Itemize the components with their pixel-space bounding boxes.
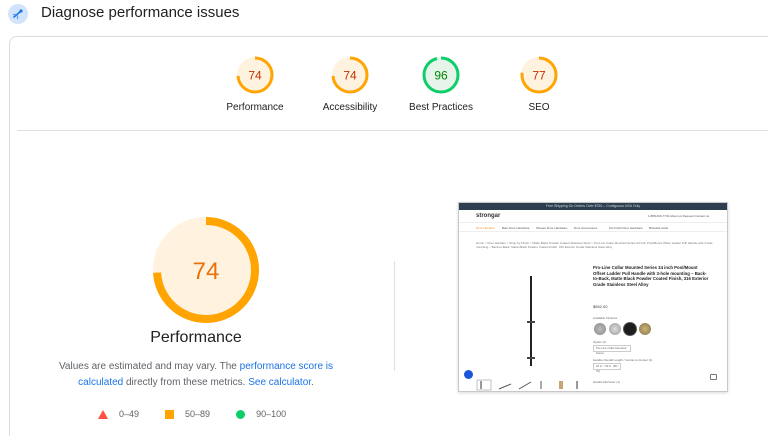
shot-logo: strongar: [476, 213, 501, 219]
shot-header-links: 1-888-406-7734 About us Request Contact …: [647, 214, 709, 218]
gauge-score-value: 77: [532, 69, 546, 83]
gauge-score-value: 74: [248, 69, 262, 83]
performance-heading: Performance: [150, 329, 242, 346]
circle-icon: [236, 409, 246, 419]
shot-price: $652.00: [593, 304, 608, 309]
gauge-ring: 74: [236, 56, 274, 94]
lighthouse-icon: [8, 4, 28, 24]
shot-product-title: Pro-Line Collar Mounted Series 34 inch P…: [593, 265, 709, 287]
square-icon: [165, 409, 175, 419]
finish-swatch: [639, 323, 651, 335]
shot-top-banner: Free Shipping On Orders Over $750 – Cont…: [459, 203, 727, 210]
legend-fail: 0–49: [98, 409, 139, 419]
performance-score-value: 74: [193, 258, 220, 285]
shot-menu-item: Door Accessories: [574, 226, 598, 230]
gauge-label: Accessibility: [322, 102, 378, 113]
performance-description: Values are estimated and may vary. The p…: [36, 359, 356, 391]
gauge-label: SEO: [528, 102, 550, 113]
shot-finish-label: Available Finishes: [593, 316, 618, 320]
score-legend: 0–49 50–89 90–100: [98, 407, 312, 421]
legend-range: 90–100: [256, 409, 287, 419]
score-gauge-best-practices[interactable]: 96 Best Practices: [396, 55, 486, 113]
gauge-label: Performance: [226, 102, 284, 113]
score-gauge-seo[interactable]: 77 SEO: [494, 55, 584, 113]
finish-swatch: [624, 323, 636, 335]
shot-option-box: Pro-Line Collar Mounted Series: [593, 345, 631, 355]
product-image-bracket: [527, 357, 535, 359]
legend-range: 50–89: [185, 409, 211, 419]
shot-breadcrumb: Home > Door Handles > Shop by Finish > M…: [476, 241, 713, 249]
shot-option-label: Option (1): [593, 340, 607, 344]
vertical-divider: [394, 261, 395, 371]
section-header: Diagnose performance issues: [0, 0, 768, 28]
score-gauge-accessibility[interactable]: 74 Accessibility: [305, 55, 395, 113]
shot-nav: strongar 1-888-406-7734 About us Request…: [459, 210, 727, 222]
shot-menu-item: Shower Door Hardware: [536, 226, 568, 230]
desc-text: Values are estimated and may vary. The: [58, 361, 240, 372]
legend-average: 50–89: [165, 409, 210, 419]
shot-menu-item: Barn Door Hardware: [502, 226, 530, 230]
triangle-icon: [98, 409, 108, 419]
shot-accessibility-icon: [464, 370, 473, 379]
report-card: 74 Performance 74 Accessibility 96 Best Pract…: [9, 36, 768, 436]
shot-menu-item: Brands/Locals: [649, 226, 669, 230]
gauge-ring: 77: [520, 56, 558, 94]
divider: [17, 130, 768, 131]
gauge-label: Best Practices: [409, 102, 473, 113]
performance-big-gauge: 74: [147, 211, 265, 334]
shot-chat-icon: [710, 374, 717, 380]
finish-swatch: [609, 323, 621, 335]
shot-menu-item: Door Handles: [476, 226, 495, 230]
shot-menu: Door Handles Barn Door Hardware Shower D…: [459, 222, 727, 232]
desc-text: directly from these metrics.: [123, 377, 249, 388]
gauge-ring: 74: [331, 56, 369, 94]
see-calculator-link[interactable]: See calculator: [248, 377, 311, 388]
shot-option-label: Handle Overall Length / Center-to-Center…: [593, 358, 653, 362]
desc-text: .: [311, 377, 314, 388]
legend-pass: 90–100: [236, 409, 286, 419]
legend-range: 0–49: [119, 409, 140, 419]
gauge-score-value: 96: [434, 69, 448, 83]
shot-thumbnails: [475, 378, 585, 391]
finish-swatch: [594, 323, 606, 335]
gauge-ring: 96: [422, 56, 460, 94]
shot-menu-item: Pet Flush Door Hardware: [609, 226, 643, 230]
product-image-bracket: [527, 321, 535, 323]
shot-option-label: Handle Diameter (1): [593, 380, 621, 384]
gauge-score-value: 74: [343, 69, 357, 83]
section-title: Diagnose performance issues: [41, 4, 240, 21]
shot-option-box: 34 in. / 30 in. (86 / 76): [593, 363, 621, 373]
page-screenshot-thumbnail[interactable]: Free Shipping On Orders Over $750 – Cont…: [458, 202, 728, 392]
score-gauge-performance[interactable]: 74 Performance: [210, 55, 300, 113]
